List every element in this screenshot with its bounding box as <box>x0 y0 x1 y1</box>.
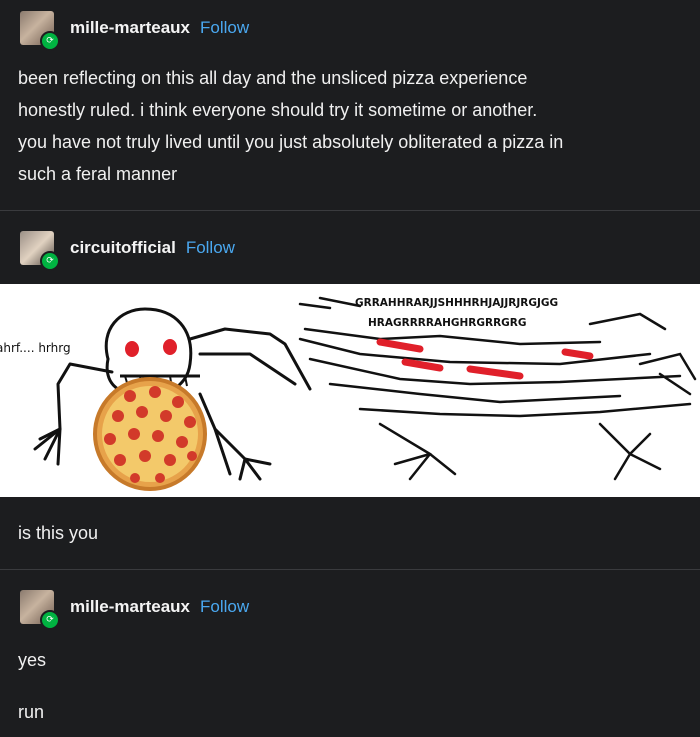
scream-text: GRRAHHRARJJSHHHRHJAJJRJRGJGG <box>355 297 558 309</box>
username[interactable]: circuitofficial <box>70 238 176 258</box>
username[interactable]: mille-marteaux <box>70 597 190 617</box>
reblog-icon: ⟳ <box>40 610 60 630</box>
reblog-icon: ⟳ <box>40 251 60 271</box>
reply-text: is this you <box>18 523 99 543</box>
creature-drawing: ahrf.... hrhrg GRRAHHRARJJSHHHRHJAJJRJRG… <box>0 296 697 491</box>
text-line: honestly ruled. i think everyone should … <box>18 100 538 120</box>
post3-header: ⟳ mille-marteaux Follow <box>20 587 249 630</box>
avatar[interactable]: ⟳ <box>20 590 60 630</box>
follow-button[interactable]: Follow <box>200 597 249 617</box>
username[interactable]: mille-marteaux <box>70 18 190 38</box>
avatar[interactable]: ⟳ <box>20 231 60 271</box>
scream-text: HRAGRRRRAHGHRGRRGRG <box>368 317 526 329</box>
avatar[interactable]: ⟳ <box>20 11 60 51</box>
post3-line-yes: yes <box>18 650 47 670</box>
divider <box>0 210 700 211</box>
divider <box>0 569 700 570</box>
reblog-icon: ⟳ <box>40 31 60 51</box>
post1-header: ⟳ mille-marteaux Follow <box>20 8 249 51</box>
post2-header: ⟳ circuitofficial Follow <box>20 228 235 271</box>
follow-button[interactable]: Follow <box>186 238 235 258</box>
post-image[interactable]: ahrf.... hrhrg GRRAHHRARJJSHHHRHJAJJRJRG… <box>0 284 700 497</box>
follow-button[interactable]: Follow <box>200 18 249 38</box>
pizza-icon <box>93 377 207 491</box>
text-line: been reflecting on this all day and the … <box>18 68 528 88</box>
post1-text: been reflecting on this all day and the … <box>18 62 563 190</box>
text-line: such a feral manner <box>18 164 178 184</box>
left-caption: ahrf.... hrhrg <box>0 341 71 355</box>
post3-line-run: run <box>18 702 45 722</box>
text-line: you have not truly lived until you just … <box>18 132 564 152</box>
